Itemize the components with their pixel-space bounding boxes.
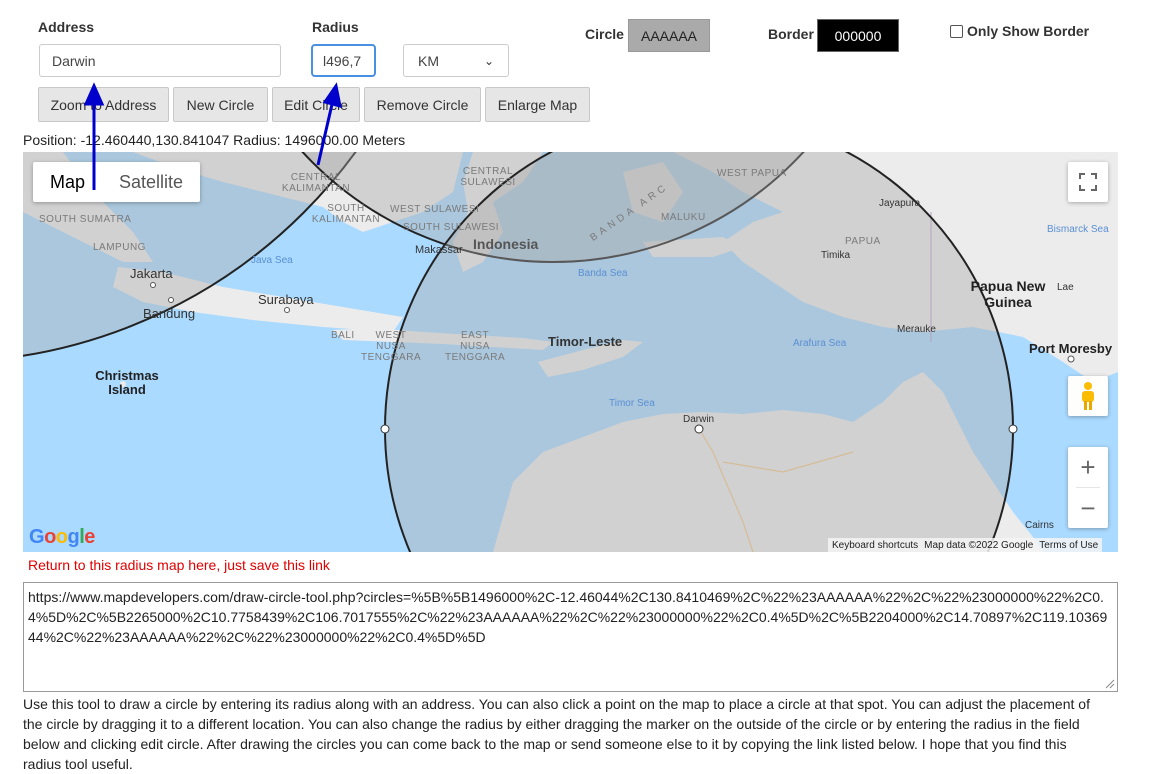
- unit-select-value: KM: [418, 52, 439, 69]
- map-data-text: Map data ©2022 Google: [924, 539, 1034, 551]
- circle-handle-center: [694, 424, 704, 434]
- map-type-satellite-button[interactable]: Satellite: [102, 162, 200, 202]
- zoom-out-button[interactable]: −: [1068, 488, 1108, 528]
- resize-handle-icon: [1105, 679, 1115, 689]
- map-label-arafura-sea: Arafura Sea: [793, 338, 847, 349]
- map-label-java-sea: Java Sea: [251, 255, 293, 266]
- map-label-jakarta: Jakarta: [130, 266, 173, 281]
- fullscreen-button[interactable]: [1068, 162, 1108, 202]
- map-label-christmas-island: Christmas Island: [95, 368, 159, 397]
- fullscreen-icon: [1079, 173, 1097, 191]
- map-label-south-kalimantan: SOUTH KALIMANTAN: [311, 203, 381, 225]
- map-label-merauke: Merauke: [897, 324, 936, 335]
- map-label-makassar: Makassar: [415, 244, 463, 256]
- terms-of-use-link[interactable]: Terms of Use: [1039, 540, 1098, 551]
- edit-circle-button[interactable]: Edit Circle: [272, 87, 360, 122]
- map-label-lampung: LAMPUNG: [93, 242, 146, 253]
- border-color-label: Border: [768, 26, 814, 42]
- circle-color-label: Circle: [585, 26, 624, 42]
- map-label-south-sulawesi: SOUTH SULAWESI: [403, 222, 500, 233]
- map-label-png: Papua New Guinea: [970, 278, 1046, 310]
- map-label-surabaya: Surabaya: [258, 292, 314, 307]
- radius-input[interactable]: l496,7: [311, 44, 376, 77]
- link-url-text: https://www.mapdevelopers.com/draw-circl…: [28, 589, 1108, 645]
- map-label-sumatra: SOUTH SUMATRA: [39, 214, 132, 225]
- street-view-button[interactable]: [1068, 376, 1108, 416]
- map-label-papua: PAPUA: [845, 236, 881, 247]
- map-label-west-sulawesi: WEST SULAWESI: [390, 204, 480, 215]
- new-circle-button[interactable]: New Circle: [173, 87, 268, 122]
- map-label-west-papua: WEST PAPUA: [717, 168, 787, 179]
- zoom-control: + −: [1068, 447, 1108, 528]
- circle-handle-east: [1008, 424, 1018, 434]
- circle-handle-west: [380, 424, 390, 434]
- border-color-input[interactable]: 000000: [817, 19, 899, 52]
- address-label: Address: [38, 19, 95, 35]
- map-label-darwin: Darwin: [683, 414, 715, 425]
- description-text: Use this tool to draw a circle by enteri…: [23, 696, 1090, 772]
- enlarge-map-button[interactable]: Enlarge Map: [485, 87, 590, 122]
- map-label-bismarck-sea: Bismarck Sea: [1047, 224, 1109, 235]
- map-label-timor-leste: Timor-Leste: [548, 334, 623, 349]
- map-label-central-kalimantan: CENTRAL KALIMANTAN: [281, 172, 351, 194]
- map-label-timor-sea: Timor Sea: [609, 398, 655, 409]
- radius-label: Radius: [312, 19, 359, 35]
- map-label-maluku: MALUKU: [661, 212, 706, 223]
- unit-select[interactable]: KM ⌄: [403, 44, 509, 77]
- return-link-text: Return to this radius map here, just sav…: [28, 557, 330, 573]
- chevron-down-icon: ⌄: [483, 53, 494, 68]
- map-type-control: Map Satellite: [33, 162, 201, 202]
- only-border-label: Only Show Border: [967, 23, 1090, 39]
- link-textarea[interactable]: https://www.mapdevelopers.com/draw-circl…: [23, 582, 1118, 692]
- minus-icon: −: [1080, 492, 1096, 523]
- map-attribution: Keyboard shortcuts Map data ©2022 Google…: [828, 538, 1103, 552]
- map-label-cairns: Cairns: [1025, 520, 1054, 531]
- map-label-central-sulawesi: CENTRAL SULAWESI: [460, 166, 516, 188]
- pegman-icon: [1082, 382, 1094, 410]
- map-label-jayapura: Jayapura: [879, 198, 921, 209]
- zoom-in-button[interactable]: +: [1068, 447, 1108, 487]
- map-label-east-nusa: EAST NUSA TENGGARA: [445, 330, 506, 363]
- map-label-lae: Lae: [1057, 282, 1074, 293]
- map-label-indonesia: Indonesia: [473, 236, 539, 252]
- map-label-west-nusa: WEST NUSA TENGGARA: [361, 330, 422, 363]
- circle-color-input[interactable]: AAAAAA: [628, 19, 710, 52]
- map-type-map-button[interactable]: Map: [33, 162, 102, 202]
- keyboard-shortcuts-link[interactable]: Keyboard shortcuts: [832, 540, 918, 551]
- map-label-bandung: Bandung: [143, 306, 196, 321]
- only-border-checkbox[interactable]: [950, 24, 963, 38]
- address-input[interactable]: Darwin: [39, 44, 281, 77]
- zoom-to-address-button[interactable]: Zoom to Address: [38, 87, 169, 122]
- map-background: [23, 152, 1118, 552]
- remove-circle-button[interactable]: Remove Circle: [364, 87, 481, 122]
- position-readout: Position: -12.460440,130.841047 Radius: …: [23, 132, 406, 148]
- plus-icon: +: [1080, 451, 1096, 482]
- map-canvas[interactable]: SOUTH SUMATRA LAMPUNG Jakarta Bandung Su…: [23, 152, 1118, 552]
- map-label-port-moresby: Port Moresby: [1029, 341, 1113, 356]
- only-border-option[interactable]: Only Show Border: [950, 23, 1089, 39]
- google-logo: Google: [29, 526, 95, 548]
- map-label-timika: Timika: [821, 250, 851, 261]
- map-label-bali: BALI: [331, 330, 355, 341]
- map-label-banda-sea: Banda Sea: [578, 268, 628, 279]
